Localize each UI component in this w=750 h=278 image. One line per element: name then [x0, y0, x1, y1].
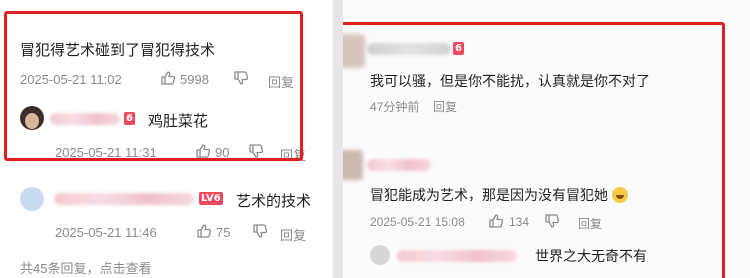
comment-text: 艺术的技术: [236, 193, 312, 210]
thumbs-up-icon[interactable]: [196, 223, 212, 239]
right-comment-panel: 6 我可以骚，但是你不能扰，认真就是你不对了 47分钟前 回复 冒犯能成为艺术，…: [343, 0, 750, 278]
highlight-box: [4, 11, 303, 161]
comment-timestamp: 2025-05-21 11:46: [55, 225, 157, 240]
view-replies-link[interactable]: 共45条回复，点击查看: [20, 258, 151, 277]
like-count: 75: [216, 225, 231, 240]
left-comment-panel: 冒犯得艺术碰到了冒犯得技术 2025-05-21 11:02 5998 回复 6…: [0, 0, 333, 278]
highlight-box: [343, 22, 725, 278]
thumbs-down-icon[interactable]: [252, 223, 268, 239]
panel-divider: [333, 0, 343, 278]
username[interactable]: [54, 193, 194, 205]
avatar[interactable]: [20, 187, 44, 211]
level-badge: LV6: [199, 192, 223, 205]
reply-button[interactable]: 回复: [280, 225, 306, 244]
